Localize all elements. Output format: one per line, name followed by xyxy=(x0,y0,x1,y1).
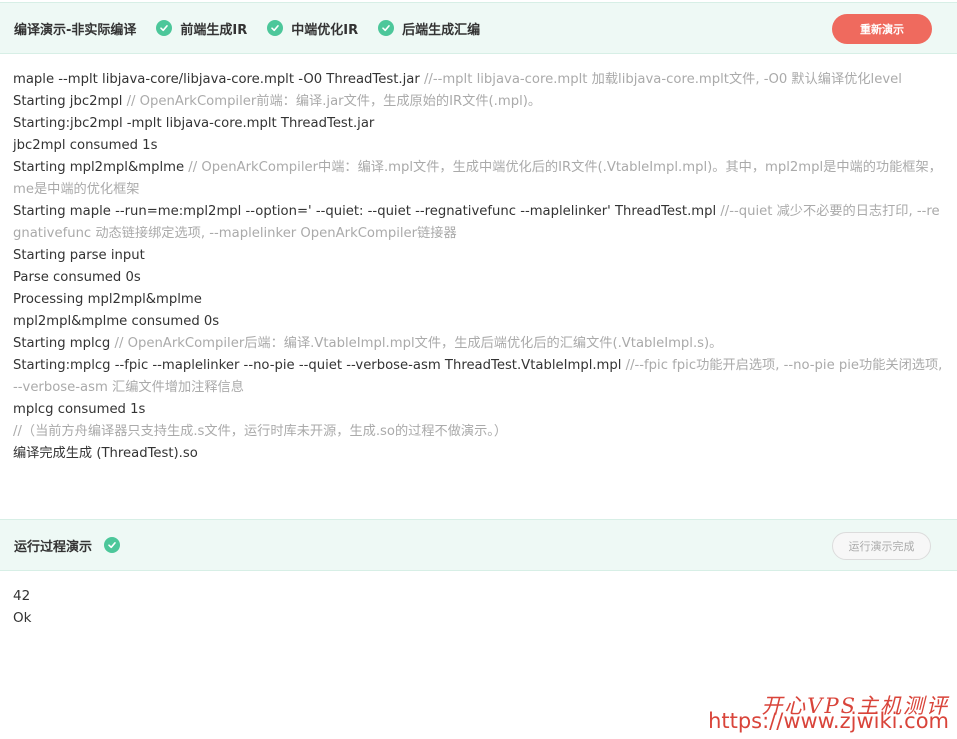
step-label: 后端生成汇编 xyxy=(402,22,481,38)
log-line: jbc2mpl consumed 1s xyxy=(13,135,943,157)
log-command: Starting parse input xyxy=(13,248,145,263)
log-command: Starting:mplcg --fpic --maplelinker --no… xyxy=(13,358,626,373)
log-line: Starting mpl2mpl&mplme // OpenArkCompile… xyxy=(13,157,943,201)
log-command: Starting mplcg xyxy=(13,336,115,351)
log-comment: //（当前方舟编译器只支持生成.s文件，运行时库未开源，生成.so的过程不做演示… xyxy=(13,424,508,439)
compile-log: maple --mplt libjava-core/libjava-core.m… xyxy=(13,69,943,465)
step-label: 前端生成IR xyxy=(180,22,248,38)
watermark: 开心VPS主机测评 https://www.zjwiki.com xyxy=(708,695,949,733)
log-command: Parse consumed 0s xyxy=(13,270,141,285)
log-command: Starting mpl2mpl&mplme xyxy=(13,160,189,175)
step-label: 中端优化IR xyxy=(291,22,359,38)
log-line: Starting jbc2mpl // OpenArkCompiler前端：编译… xyxy=(13,91,943,113)
log-command: mpl2mpl&mplme consumed 0s xyxy=(13,314,220,329)
log-line: 编译完成生成 (ThreadTest).so xyxy=(13,443,943,465)
check-circle-icon xyxy=(156,20,173,36)
step-middleend: 中端优化IR xyxy=(267,19,358,38)
log-command: Starting jbc2mpl xyxy=(13,94,127,109)
log-line: mpl2mpl&mplme consumed 0s xyxy=(13,311,943,333)
log-line: Starting parse input xyxy=(13,245,943,267)
log-line: //（当前方舟编译器只支持生成.s文件，运行时库未开源，生成.so的过程不做演示… xyxy=(13,421,943,443)
log-line: Processing mpl2mpl&mplme xyxy=(13,289,943,311)
log-line: Parse consumed 0s xyxy=(13,267,943,289)
check-circle-icon xyxy=(104,537,121,553)
watermark-url: https://www.zjwiki.com xyxy=(708,709,949,733)
log-comment: //--mplt libjava-core.mplt 加载libjava-cor… xyxy=(423,72,902,87)
log-line: Starting:mplcg --fpic --maplelinker --no… xyxy=(13,355,943,399)
replay-button[interactable]: 重新演示 xyxy=(832,14,932,44)
log-command: mplcg consumed 1s xyxy=(13,402,146,417)
log-line: Starting:jbc2mpl -mplt libjava-core.mplt… xyxy=(13,113,943,135)
log-command: 编译完成生成 (ThreadTest).so xyxy=(13,446,198,461)
run-done-button: 运行演示完成 xyxy=(832,532,931,560)
step-backend: 后端生成汇编 xyxy=(378,19,480,38)
log-line: maple --mplt libjava-core/libjava-core.m… xyxy=(13,69,943,91)
log-command: Starting:jbc2mpl -mplt libjava-core.mplt… xyxy=(13,116,375,131)
run-output: 42 Ok xyxy=(13,585,31,629)
log-command: Starting maple --run=me:mpl2mpl --option… xyxy=(13,204,721,219)
run-panel-header: 运行过程演示 运行演示完成 xyxy=(0,519,957,571)
log-command: Processing mpl2mpl&mplme xyxy=(13,292,202,307)
output-line: Ok xyxy=(13,610,32,626)
log-command: jbc2mpl consumed 1s xyxy=(13,138,158,153)
log-comment: // OpenArkCompiler前端：编译.jar文件，生成原始的IR文件(… xyxy=(126,94,542,109)
log-line: mplcg consumed 1s xyxy=(13,399,943,421)
log-comment: // OpenArkCompiler后端：编译.VtableImpl.mpl文件… xyxy=(114,336,723,351)
output-line: 42 xyxy=(13,588,31,604)
log-line: Starting maple --run=me:mpl2mpl --option… xyxy=(13,201,943,245)
compile-panel-title: 编译演示-非实际编译 xyxy=(14,22,137,38)
log-command: maple --mplt libjava-core/libjava-core.m… xyxy=(13,72,424,87)
log-line: Starting mplcg // OpenArkCompiler后端：编译.V… xyxy=(13,333,943,355)
compile-panel-header: 编译演示-非实际编译 前端生成IR 中端优化IR 后端生成汇编 重新演示 xyxy=(0,2,957,54)
run-panel-title: 运行过程演示 xyxy=(14,539,93,555)
step-frontend: 前端生成IR xyxy=(156,19,247,38)
check-circle-icon xyxy=(378,20,395,36)
check-circle-icon xyxy=(267,20,284,36)
